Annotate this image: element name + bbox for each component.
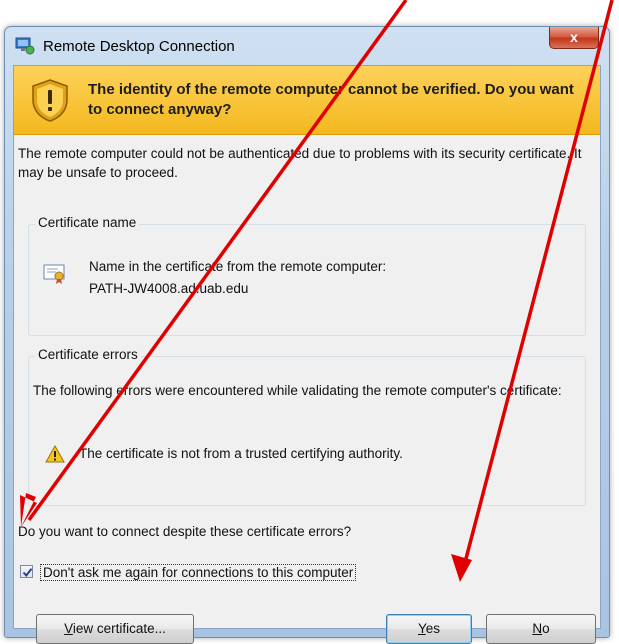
close-icon: x bbox=[570, 29, 578, 45]
close-button[interactable]: x bbox=[549, 27, 599, 49]
checkmark-icon bbox=[22, 568, 33, 578]
shield-warning-icon bbox=[30, 78, 70, 122]
errors-intro-text: The following errors were encountered wh… bbox=[33, 383, 562, 398]
view-certificate-text: iew certificate... bbox=[72, 621, 166, 636]
certificate-name-value: PATH-JW4008.ad.uab.edu bbox=[89, 281, 249, 296]
dont-ask-again-label[interactable]: Don't ask me again for connections to th… bbox=[40, 564, 357, 581]
view-certificate-button[interactable]: View certificate... bbox=[36, 614, 194, 644]
certificate-errors-group: Certificate errors The following errors … bbox=[28, 347, 586, 506]
warning-icon bbox=[45, 444, 65, 463]
connect-question: Do you want to connect despite these cer… bbox=[18, 524, 352, 539]
no-text: o bbox=[542, 621, 550, 636]
certificate-icon bbox=[43, 263, 67, 285]
certificate-name-label: Certificate name bbox=[35, 215, 140, 230]
view-certificate-accel: V bbox=[64, 621, 73, 636]
yes-button[interactable]: Yes bbox=[386, 614, 472, 644]
yes-accel: Y bbox=[417, 621, 426, 636]
dialog-content: The identity of the remote computer cann… bbox=[13, 65, 601, 644]
certificate-error-item: The certificate is not from a trusted ce… bbox=[79, 446, 403, 461]
no-button[interactable]: No bbox=[486, 614, 596, 644]
remote-desktop-dialog: Remote Desktop Connection x The identity… bbox=[4, 26, 610, 644]
dont-ask-again-checkbox[interactable] bbox=[20, 565, 33, 578]
intro-text: The remote computer could not be authent… bbox=[18, 146, 582, 180]
remote-desktop-app-icon bbox=[15, 37, 35, 55]
yes-text: es bbox=[425, 621, 441, 636]
window-title: Remote Desktop Connection bbox=[43, 38, 235, 55]
warning-banner: The identity of the remote computer cann… bbox=[14, 66, 600, 135]
certificate-name-group: Certificate name Name in the certificate… bbox=[28, 215, 586, 336]
no-accel: N bbox=[532, 621, 543, 636]
banner-message: The identity of the remote computer cann… bbox=[88, 81, 574, 118]
certificate-errors-label: Certificate errors bbox=[35, 347, 141, 362]
title-bar[interactable]: Remote Desktop Connection x bbox=[5, 27, 609, 65]
certificate-name-description: Name in the certificate from the remote … bbox=[89, 259, 387, 274]
